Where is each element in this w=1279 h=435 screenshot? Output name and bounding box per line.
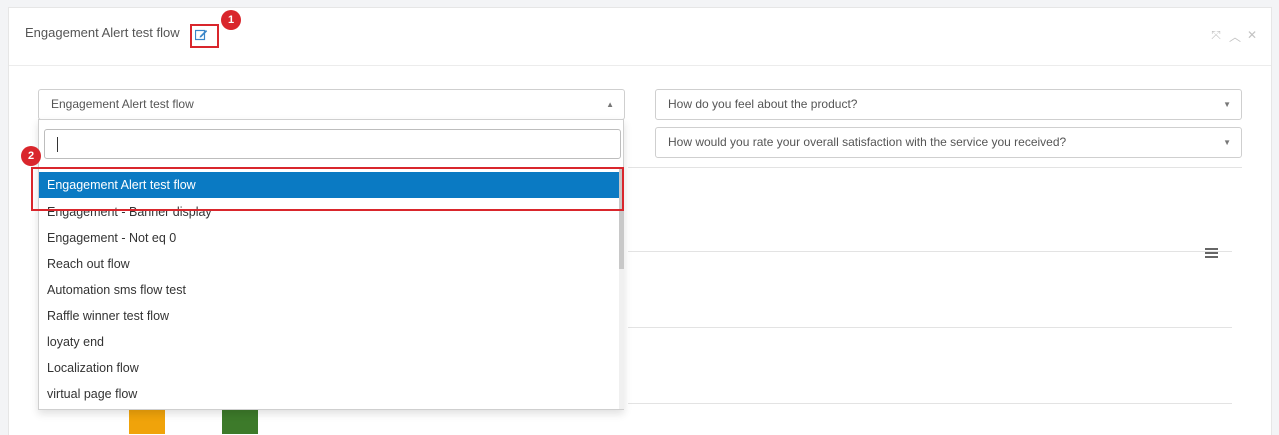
text-cursor xyxy=(57,137,58,152)
annotation-badge-2: 2 xyxy=(21,146,41,166)
annotation-box-2 xyxy=(31,167,624,211)
expand-icon[interactable]: ⤧ xyxy=(1211,28,1221,45)
chart-bar-orange xyxy=(129,410,165,434)
question-select-1-value: How do you feel about the product? xyxy=(668,97,858,111)
caret-down-icon: ▼ xyxy=(1223,138,1231,147)
annotation-box-1 xyxy=(190,24,219,48)
divider xyxy=(628,167,1242,168)
list-item[interactable]: Localization flow xyxy=(39,355,619,381)
chart-bar-green xyxy=(222,410,258,434)
annotation-badge-1: 1 xyxy=(221,10,241,30)
list-item[interactable]: Engagement - Not eq 0 xyxy=(39,225,619,251)
close-icon[interactable]: ✕ xyxy=(1247,28,1257,45)
collapse-icon[interactable]: ︿ xyxy=(1229,28,1241,45)
list-item[interactable]: Automation sms flow test xyxy=(39,277,619,303)
caret-up-icon: ▲ xyxy=(606,100,614,109)
divider xyxy=(628,403,1232,404)
flow-dropdown: Engagement Alert test flow Engagement - … xyxy=(38,119,624,410)
panel-tools: ⤧ ︿ ✕ xyxy=(1211,28,1257,45)
list-item[interactable]: virtual page flow xyxy=(39,381,619,407)
list-item[interactable]: Raffle winner test flow xyxy=(39,303,619,329)
question-select-2[interactable]: How would you rate your overall satisfac… xyxy=(655,127,1242,158)
divider xyxy=(628,251,1232,252)
question-select-2-value: How would you rate your overall satisfac… xyxy=(668,135,1067,149)
list-item[interactable]: Reach out flow xyxy=(39,251,619,277)
flow-select-value: Engagement Alert test flow xyxy=(51,97,194,111)
flow-select[interactable]: Engagement Alert test flow ▲ xyxy=(38,89,625,120)
panel-title: Engagement Alert test flow xyxy=(25,25,180,40)
divider xyxy=(628,327,1232,328)
chart-menu-icon[interactable] xyxy=(1205,248,1218,258)
list-item[interactable]: loyaty end xyxy=(39,329,619,355)
caret-down-icon: ▼ xyxy=(1223,100,1231,109)
dropdown-search-input[interactable] xyxy=(44,129,621,159)
question-select-1[interactable]: How do you feel about the product? ▼ xyxy=(655,89,1242,120)
